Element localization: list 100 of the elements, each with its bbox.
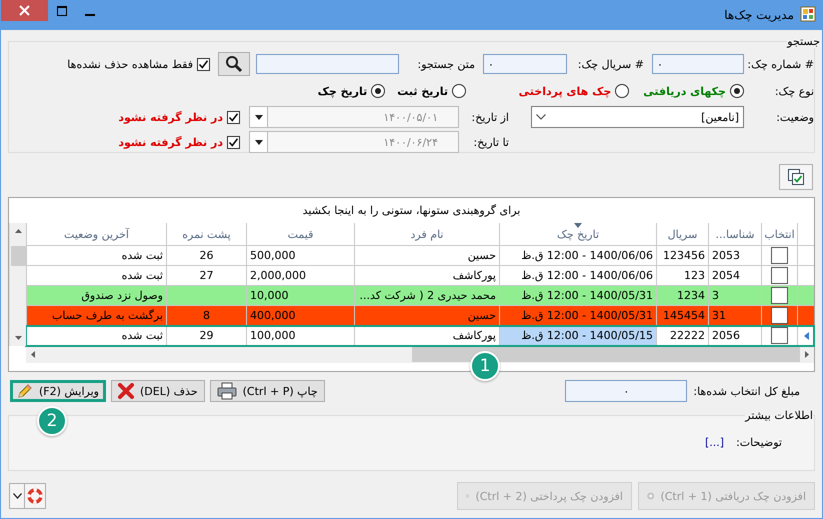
input-field[interactable]: ۰ [483, 54, 567, 74]
chevron-icon [12, 493, 22, 499]
field-label: # شماره چک: [746, 58, 814, 70]
table-cell: وصول نزد صندوق [81, 289, 163, 302]
table-cell: برگشت به طرف حساب [52, 309, 163, 322]
radio-label: چکهای دریافتی [643, 84, 726, 98]
table-cell: پورکاشف [452, 329, 496, 342]
delete-icon [118, 383, 134, 399]
table-cell: 2056 [712, 329, 740, 342]
help-menu-button[interactable] [9, 483, 46, 509]
checkbox-label: در نظر گرفته نشود [118, 136, 223, 148]
checkbox[interactable] [771, 307, 788, 324]
app-icon [800, 6, 816, 22]
table-cell: حسین [468, 249, 496, 262]
table-cell: 2054 [712, 269, 740, 282]
field-label: توضیحات: [736, 436, 782, 449]
printer-icon [216, 382, 237, 400]
table-cell: 400,000 [250, 309, 296, 322]
group-title: اطلاعات بیشتر [745, 409, 813, 422]
field-label: تا تاریخ: [472, 136, 510, 148]
radio-button[interactable] [615, 84, 630, 98]
table-cell: 27 [200, 269, 214, 282]
table-cell: 100,000 [250, 329, 296, 342]
radio-label: تاریخ چک [318, 84, 368, 98]
checkbox[interactable] [771, 247, 788, 264]
radio-button[interactable] [452, 84, 466, 98]
table-cell: 26 [200, 249, 214, 262]
radio-label: تاریخ ثبت [397, 84, 448, 98]
delete-button[interactable]: حذف (DEL) [111, 380, 205, 402]
checkbox[interactable] [771, 327, 788, 344]
status-dropdown[interactable]: [نامعین] [531, 106, 744, 128]
column-header[interactable]: انتخاب [761, 223, 797, 246]
field-label: # سریال چک: [576, 58, 645, 70]
table-cell: 22222 [670, 329, 705, 342]
header-corner [797, 223, 814, 246]
field-label: مبلغ کل انتخاب شده‌ها: [693, 384, 800, 398]
table-cell: ثبت شده [122, 249, 163, 262]
checkbox[interactable] [771, 267, 788, 284]
checklist-icon [787, 168, 805, 186]
table-cell: 123456 [663, 249, 705, 262]
close-button[interactable] [1, 0, 48, 21]
row-pointer-icon [804, 332, 808, 340]
search-button[interactable] [218, 52, 250, 76]
field-label: متن جستجو: [416, 58, 476, 70]
table-cell: 31 [712, 309, 726, 322]
pencil-icon [17, 383, 33, 399]
field-label: از تاریخ: [470, 110, 510, 124]
table-cell: ثبت شده [122, 269, 163, 282]
table-cell: 1400/05/15 - 12:00 ق.ظ [521, 329, 653, 342]
column-header[interactable]: سریال [656, 223, 708, 246]
step-badge: 1 [470, 351, 500, 381]
table-cell: محمد حیدری 2 ( شرکت کد... [359, 289, 496, 302]
select-all-button[interactable] [779, 164, 813, 190]
maximize-icon[interactable] [57, 6, 67, 16]
vertical-scrollbar[interactable] [9, 223, 26, 346]
field-label: وضعیت: [775, 110, 814, 124]
table-cell: 1400/05/31 - 12:00 ق.ظ [521, 309, 653, 322]
column-header[interactable]: قیمت [246, 223, 354, 246]
scroll-right-icon[interactable] [802, 350, 811, 359]
table-cell: 2053 [712, 249, 740, 262]
radio-button[interactable] [371, 84, 386, 98]
group-hint: برای گروهبندی ستونها، ستونی را به اینجا بکشید [302, 204, 520, 217]
checkbox[interactable] [771, 287, 788, 304]
search-field[interactable] [256, 54, 399, 74]
table-cell: 3 [712, 289, 719, 302]
table-cell: 1400/06/06 - 12:00 ق.ظ [521, 269, 653, 282]
lifebuoy-icon [27, 488, 43, 504]
close-icon [19, 5, 30, 16]
column-header[interactable]: تاریخ چک [499, 223, 656, 246]
table-cell: 145454 [663, 309, 705, 322]
table-cell: 29 [200, 329, 214, 342]
scroll-left-icon[interactable] [29, 350, 38, 359]
edit-button[interactable]: ویرایش (F2) [10, 380, 106, 402]
table-cell: 1400/06/06 - 12:00 ق.ظ [521, 249, 653, 262]
column-header[interactable]: پشت نمره [166, 223, 246, 246]
table-cell: حسین [468, 309, 496, 322]
field-label: نوع چک: [774, 84, 814, 98]
step-badge: 2 [37, 406, 67, 436]
group-title: جستجو [787, 35, 820, 48]
chevron-icon [536, 114, 546, 120]
table-cell: 1234 [677, 289, 705, 302]
total-field[interactable]: ۰ [565, 380, 688, 402]
table-cell: 10,000 [250, 289, 288, 302]
table-cell: 8 [203, 309, 210, 322]
checkbox-label: فقط مشاهده حذف نشده‌ها [67, 58, 193, 70]
table-cell: پورکاشف [452, 269, 496, 282]
table-cell: 1400/05/31 - 12:00 ق.ظ [521, 289, 653, 302]
table-cell: 2,000,000 [250, 269, 306, 282]
table-cell: ثبت شده [122, 329, 163, 342]
radio-button[interactable] [730, 84, 744, 98]
details-link[interactable]: [...] [705, 436, 724, 449]
table-cell: 123 [684, 269, 705, 282]
column-header[interactable]: شناسا... [708, 223, 761, 246]
column-header[interactable]: نام فرد [354, 223, 499, 246]
print-button[interactable]: چاپ (Ctrl + P) [210, 380, 325, 402]
scroll-thumb[interactable] [10, 246, 26, 266]
checkbox-label: در نظر گرفته نشود [118, 110, 223, 124]
input-field[interactable]: ۰ [652, 54, 744, 74]
checkbox[interactable] [197, 58, 210, 70]
table-cell: 500,000 [250, 249, 296, 262]
